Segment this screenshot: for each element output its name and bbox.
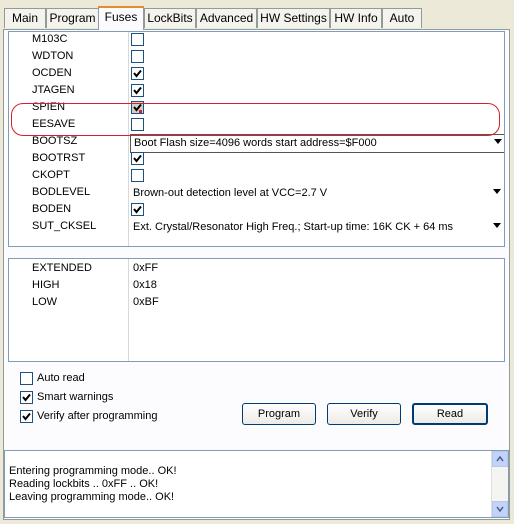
tab-fuses[interactable]: Fuses	[98, 6, 144, 30]
auto-read-label: Auto read	[37, 372, 85, 384]
smart-warnings-checkbox[interactable]	[20, 391, 33, 404]
boot-highlight-outline	[11, 103, 500, 136]
fuse-name: BODEN	[32, 203, 72, 215]
fuse-name: CKOPT	[32, 169, 70, 181]
fuse-row-bodlevel: BODLEVEL Brown-out detection level at VC…	[9, 185, 504, 202]
fuse-checkbox-wdton[interactable]	[131, 50, 144, 63]
fuse-name: BOOTSZ	[32, 135, 78, 147]
fuse-byte-row-high[interactable]: HIGH 0x18	[9, 278, 504, 295]
verify-button[interactable]: Verify	[327, 403, 401, 425]
fuse-checkbox-ocden[interactable]	[131, 67, 144, 80]
fuse-checkbox-boden[interactable]	[131, 203, 144, 216]
check-icon	[133, 205, 142, 214]
fuse-bytes-grid: EXTENDED 0xFF HIGH 0x18 LOW 0xBF	[8, 258, 505, 362]
fuse-checkbox-bootrst[interactable]	[131, 152, 144, 165]
select-value: Brown-out detection level at VCC=2.7 V	[133, 187, 328, 199]
check-icon	[133, 86, 142, 95]
fuse-checkbox-m103c[interactable]	[131, 33, 144, 46]
fuse-row-ckopt: CKOPT	[9, 168, 504, 185]
tab-lockbits[interactable]: LockBits	[144, 8, 196, 28]
fuse-byte-name: LOW	[32, 296, 58, 308]
fuse-byte-value[interactable]: 0x18	[133, 279, 157, 291]
chevron-down-icon[interactable]	[493, 189, 501, 194]
fuse-row-jtagen: JTAGEN	[9, 83, 504, 100]
fuse-byte-name: EXTENDED	[32, 262, 92, 274]
fuse-row-ocden: OCDEN	[9, 66, 504, 83]
select-value: Boot Flash size=4096 words start address…	[134, 137, 377, 149]
tab-auto[interactable]: Auto	[382, 8, 422, 28]
chevron-down-icon[interactable]	[493, 223, 501, 228]
verify-after-label: Verify after programming	[37, 410, 158, 422]
log-scrollbar[interactable]	[491, 451, 508, 517]
fuse-byte-row-extended[interactable]: EXTENDED 0xFF	[9, 261, 504, 278]
smart-warnings-label: Smart warnings	[37, 391, 114, 403]
fuse-row-wdton: WDTON	[9, 49, 504, 66]
fuse-row-bootsz: BOOTSZ Boot Flash size=4096 words start …	[9, 134, 504, 153]
fuse-byte-value[interactable]: 0xBF	[133, 296, 159, 308]
auto-read-checkbox[interactable]	[20, 372, 33, 385]
read-button[interactable]: Read	[412, 403, 488, 425]
scroll-up-icon[interactable]	[492, 451, 508, 467]
program-button[interactable]: Program	[242, 403, 316, 425]
fuse-name: JTAGEN	[32, 84, 75, 96]
fuse-row-m103c: M103C	[9, 32, 504, 49]
sut-cksel-select[interactable]: Ext. Crystal/Resonator High Freq.; Start…	[130, 219, 503, 236]
log-line: Leaving programming mode.. OK!	[9, 491, 175, 503]
tab-hw-info[interactable]: HW Info	[330, 8, 382, 28]
fuse-checkbox-jtagen[interactable]	[131, 84, 144, 97]
tab-main[interactable]: Main	[4, 8, 46, 28]
log-line: Entering programming mode.. OK!	[9, 465, 177, 477]
fuse-row-bootrst: BOOTRST	[9, 151, 504, 168]
check-icon	[22, 412, 31, 421]
scroll-down-icon[interactable]	[492, 501, 508, 517]
check-icon	[22, 393, 31, 402]
fuse-checkbox-ckopt[interactable]	[131, 169, 144, 182]
fuse-byte-value[interactable]: 0xFF	[133, 262, 158, 274]
fuse-name: M103C	[32, 33, 68, 45]
tab-advanced[interactable]: Advanced	[196, 8, 257, 28]
log-output: Entering programming mode.. OK! Reading …	[4, 450, 509, 518]
fuse-name: BODLEVEL	[32, 186, 91, 198]
fuse-row-boden: BODEN	[9, 202, 504, 219]
fuse-row-sut-cksel: SUT_CKSEL Ext. Crystal/Resonator High Fr…	[9, 219, 504, 236]
fuse-name: WDTON	[32, 50, 74, 62]
fuse-name: BOOTRST	[32, 152, 86, 164]
fuse-name: SUT_CKSEL	[32, 220, 97, 232]
check-icon	[133, 154, 142, 163]
tab-hw-settings[interactable]: HW Settings	[257, 8, 330, 28]
fuse-name: OCDEN	[32, 67, 72, 79]
check-icon	[133, 69, 142, 78]
fuse-grid: M103C WDTON OCDEN JTAGEN SPIEN EESAVE BO…	[8, 31, 505, 247]
fuse-byte-row-low[interactable]: LOW 0xBF	[9, 295, 504, 312]
fuse-byte-name: HIGH	[32, 279, 60, 291]
tab-program[interactable]: Program	[46, 8, 99, 28]
bodlevel-select[interactable]: Brown-out detection level at VCC=2.7 V	[130, 185, 503, 202]
chevron-down-icon[interactable]	[494, 139, 502, 144]
select-value: Ext. Crystal/Resonator High Freq.; Start…	[133, 221, 454, 233]
tab-bar: Main Program Fuses LockBits Advanced HW …	[0, 0, 514, 30]
log-line: Reading lockbits .. 0xFF .. OK!	[9, 478, 159, 490]
verify-after-checkbox[interactable]	[20, 410, 33, 423]
